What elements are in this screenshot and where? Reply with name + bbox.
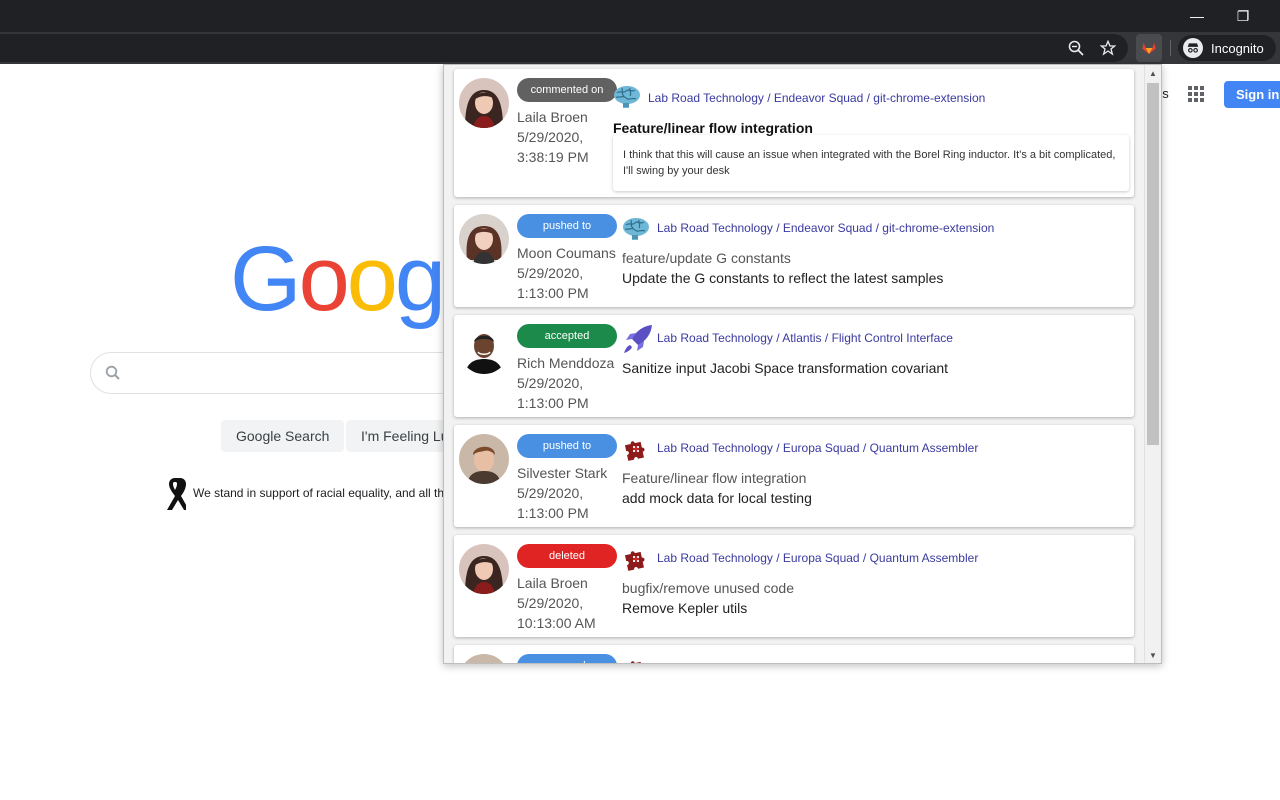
puzzle-icon (624, 661, 645, 663)
logo-letter: o (346, 228, 398, 330)
project-link[interactable]: Lab Road Technology / Atlantis / Flight … (657, 331, 953, 345)
avatar (459, 78, 509, 128)
minimize-icon: — (1190, 8, 1204, 24)
comment-box: I think that this will cause an issue wh… (613, 135, 1129, 191)
google-search-button[interactable]: Google Search (221, 420, 345, 452)
event-date: 5/29/2020, (517, 485, 584, 501)
author-name[interactable]: Laila Broen (517, 107, 621, 127)
event-meta: Silvester Stark 5/29/2020, 1:13:00 PM (517, 463, 621, 523)
commit-message[interactable]: add mock data for local testing (622, 490, 812, 506)
equality-notice[interactable]: We stand in support of racial equality, … (193, 486, 443, 500)
commit-message[interactable]: Sanitize input Jacobi Space transformati… (622, 360, 948, 376)
incognito-icon (1183, 38, 1203, 58)
zoom-icon[interactable] (1066, 38, 1086, 58)
avatar (459, 654, 509, 663)
event-title[interactable]: Feature/linear flow integration (613, 120, 813, 136)
activity-card: pushed to Silvester Stark 5/29/2020, 1:1… (454, 425, 1134, 527)
scroll-up-arrow-icon[interactable]: ▲ (1145, 65, 1161, 81)
author-name[interactable]: Rich Menddoza (517, 353, 621, 373)
action-badge: commented on (517, 78, 617, 102)
rocket-icon (624, 325, 652, 353)
event-time: 3:38:19 PM (517, 149, 589, 165)
activity-card: accepted Rich Menddoza 5/29/2020, 1:13:0… (454, 315, 1134, 417)
apps-grid-icon[interactable] (1188, 86, 1204, 102)
activity-card: pushed to Moon Coumans 5/29/2020, 1:13:0… (454, 205, 1134, 307)
branch-name[interactable]: feature/update G constants (622, 250, 791, 266)
event-time: 1:13:00 PM (517, 285, 589, 301)
logo-letter: g (394, 228, 446, 330)
avatar (459, 214, 509, 264)
avatar (459, 544, 509, 594)
author-name[interactable]: Moon Coumans (517, 243, 621, 263)
author-name[interactable]: Silvester Stark (517, 463, 621, 483)
restore-icon: ❐ (1236, 7, 1250, 24)
scroll-down-arrow-icon[interactable]: ▼ (1145, 647, 1161, 663)
action-badge: deleted (517, 544, 617, 568)
black-ribbon-icon (167, 478, 186, 510)
gitlab-activity-popup: commented on Laila Broen 5/29/2020, 3:38… (443, 64, 1162, 664)
puzzle-icon (624, 441, 645, 461)
project-link[interactable]: Lab Road Technology / Europa Squad / Qua… (657, 441, 978, 455)
project-link[interactable]: Lab Road Technology / Europa Squad / Qua… (657, 551, 978, 565)
scrollbar-thumb[interactable] (1147, 83, 1159, 445)
activity-card: deleted Laila Broen 5/29/2020, 10:13:00 … (454, 535, 1134, 637)
browser-toolbar: Incognito (0, 32, 1280, 64)
bookmark-star-icon[interactable] (1098, 38, 1118, 58)
action-badge: accepted (517, 324, 617, 348)
incognito-label: Incognito (1211, 40, 1264, 56)
event-meta: Moon Coumans 5/29/2020, 1:13:00 PM (517, 243, 621, 303)
action-badge: pushed to (517, 214, 617, 238)
activity-feed: commented on Laila Broen 5/29/2020, 3:38… (444, 65, 1145, 663)
event-date: 5/29/2020, (517, 375, 584, 391)
activity-card: merged (454, 645, 1134, 663)
event-date: 5/29/2020, (517, 595, 584, 611)
search-icon (105, 365, 121, 381)
gitlab-fox-icon (1142, 42, 1156, 54)
avatar (459, 324, 509, 374)
event-meta: Rich Menddoza 5/29/2020, 1:13:00 PM (517, 353, 621, 413)
action-badge: pushed to (517, 434, 617, 458)
branch-name[interactable]: Feature/linear flow integration (622, 470, 806, 486)
commit-message[interactable]: Update the G constants to reflect the la… (622, 270, 943, 286)
title-bar: — ❐ (0, 0, 1280, 32)
event-time: 1:13:00 PM (517, 395, 589, 411)
project-link[interactable]: Lab Road Technology / Endeavor Squad / g… (657, 221, 994, 235)
restore-button[interactable]: ❐ (1220, 0, 1266, 32)
event-time: 10:13:00 AM (517, 615, 596, 631)
brain-icon (623, 218, 649, 240)
branch-name[interactable]: bugfix/remove unused code (622, 580, 794, 596)
incognito-indicator[interactable]: Incognito (1178, 35, 1276, 61)
address-bar[interactable] (0, 34, 1128, 62)
commit-message[interactable]: Remove Kepler utils (622, 600, 747, 616)
logo-letter: o (298, 228, 350, 330)
event-time: 1:13:00 PM (517, 505, 589, 521)
activity-card: commented on Laila Broen 5/29/2020, 3:38… (454, 69, 1134, 197)
project-link[interactable]: Lab Road Technology / Endeavor Squad / g… (648, 91, 985, 105)
action-badge: merged (517, 654, 617, 663)
event-date: 5/29/2020, (517, 265, 584, 281)
gitlab-extension-button[interactable] (1136, 34, 1162, 62)
toolbar-divider (1170, 40, 1171, 56)
feeling-lucky-button[interactable]: I'm Feeling Lucky (346, 420, 456, 452)
puzzle-icon (624, 551, 645, 571)
event-date: 5/29/2020, (517, 129, 584, 145)
logo-letter: G (230, 228, 302, 330)
minimize-button[interactable]: — (1174, 0, 1220, 32)
event-meta: Laila Broen 5/29/2020, 10:13:00 AM (517, 573, 621, 633)
popup-scrollbar[interactable]: ▲ ▼ (1144, 65, 1161, 663)
sign-in-button[interactable]: Sign in (1224, 81, 1280, 108)
event-meta: Laila Broen 5/29/2020, 3:38:19 PM (517, 107, 621, 167)
avatar (459, 434, 509, 484)
author-name[interactable]: Laila Broen (517, 573, 621, 593)
brain-icon (614, 86, 640, 108)
